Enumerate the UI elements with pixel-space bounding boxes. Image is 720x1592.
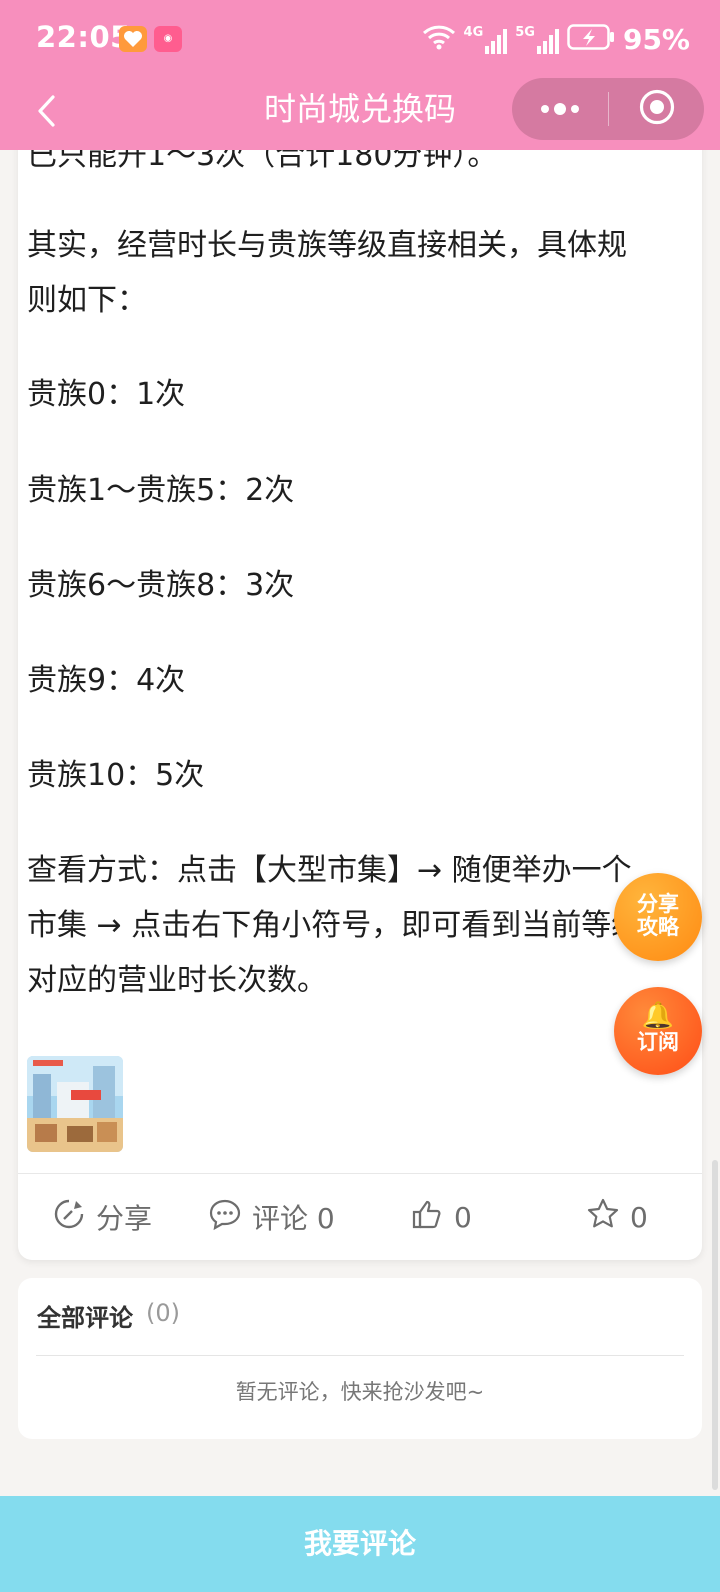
article-paragraph: 则如下： bbox=[27, 283, 147, 318]
write-comment-button[interactable]: 我要评论 bbox=[0, 1496, 720, 1592]
mini-program-capsule bbox=[512, 78, 704, 140]
comments-divider bbox=[36, 1355, 684, 1356]
close-mini-program-button[interactable] bbox=[609, 78, 704, 140]
status-indicators: 4G 5G 95% bbox=[422, 22, 690, 56]
article-paragraph: 贵族1～贵族5：2次 bbox=[27, 473, 295, 508]
bell-icon: 🔔 bbox=[641, 1001, 675, 1031]
article-card: 已只能开1～3次（合计180分钟）。 其实，经营时长与贵族等级直接相关，具体规 … bbox=[18, 110, 702, 1260]
share-guide-label-line2: 攻略 bbox=[637, 915, 679, 939]
top-bar: 22:05 ◉ 4G 5G 95% 时尚城兑换码 bbox=[0, 0, 720, 150]
favorite-count: 0 bbox=[630, 1200, 648, 1234]
article-paragraph: 查看方式：点击【大型市集】→ 随便举办一个 bbox=[27, 853, 632, 888]
comment-icon bbox=[208, 1197, 242, 1238]
title-bar: 时尚城兑换码 bbox=[0, 78, 720, 150]
back-button[interactable] bbox=[22, 88, 72, 138]
subscribe-label: 订阅 bbox=[637, 1030, 679, 1054]
comments-count: (0) bbox=[146, 1299, 180, 1327]
target-circle-icon bbox=[638, 88, 676, 130]
more-button[interactable] bbox=[512, 78, 608, 140]
share-button[interactable]: 分享 bbox=[52, 1174, 152, 1260]
share-guide-label-line1: 分享 bbox=[637, 892, 679, 916]
share-guide-button[interactable]: 分享 攻略 bbox=[614, 873, 702, 961]
app-notification-icon: ◉ bbox=[154, 26, 182, 52]
comments-empty-message: 暂无评论，快来抢沙发吧~ bbox=[235, 1380, 485, 1404]
battery-percentage: 95% bbox=[622, 22, 690, 56]
more-dots-icon bbox=[539, 100, 581, 119]
favorite-button[interactable]: 0 bbox=[586, 1174, 648, 1260]
article-paragraph: 贵族10：5次 bbox=[27, 758, 205, 793]
share-label: 分享 bbox=[96, 1202, 153, 1235]
like-button[interactable]: 0 bbox=[410, 1174, 472, 1260]
article-paragraph: 市集 → 点击右下角小符号，即可看到当前等级 bbox=[27, 908, 642, 943]
status-bar: 22:05 ◉ 4G 5G 95% bbox=[0, 0, 720, 80]
article-paragraph: 贵族0：1次 bbox=[27, 377, 186, 412]
battery-charging-icon bbox=[567, 24, 615, 54]
article-paragraph: 贵族9：4次 bbox=[27, 663, 186, 698]
comments-title: 全部评论 bbox=[37, 1304, 133, 1332]
like-count: 0 bbox=[454, 1200, 472, 1234]
signal-4g-icon: 4G bbox=[464, 25, 508, 54]
article-paragraph: 贵族6～贵族8：3次 bbox=[27, 568, 295, 603]
thumbs-up-icon bbox=[410, 1197, 444, 1238]
app-notification-icon bbox=[119, 26, 147, 52]
article-paragraph: 其实，经营时长与贵族等级直接相关，具体规 bbox=[27, 228, 627, 263]
action-bar: 分享 评论 0 0 0 bbox=[18, 1174, 702, 1260]
subscribe-button[interactable]: 🔔 订阅 bbox=[614, 987, 702, 1075]
star-icon bbox=[586, 1197, 620, 1238]
status-time: 22:05 bbox=[36, 20, 131, 54]
scrollbar[interactable] bbox=[712, 1160, 718, 1490]
comments-section: 全部评论 (0) 暂无评论，快来抢沙发吧~ bbox=[18, 1278, 702, 1439]
article-paragraph: 对应的营业时长次数。 bbox=[27, 963, 327, 998]
article-image-thumbnail[interactable] bbox=[27, 1056, 123, 1152]
comment-button[interactable]: 评论 0 bbox=[208, 1174, 335, 1260]
signal-5g-icon: 5G bbox=[515, 25, 559, 54]
chevron-left-icon bbox=[36, 94, 58, 132]
share-icon bbox=[52, 1197, 86, 1238]
comment-label: 评论 0 bbox=[252, 1202, 335, 1235]
wifi-icon bbox=[422, 24, 456, 54]
